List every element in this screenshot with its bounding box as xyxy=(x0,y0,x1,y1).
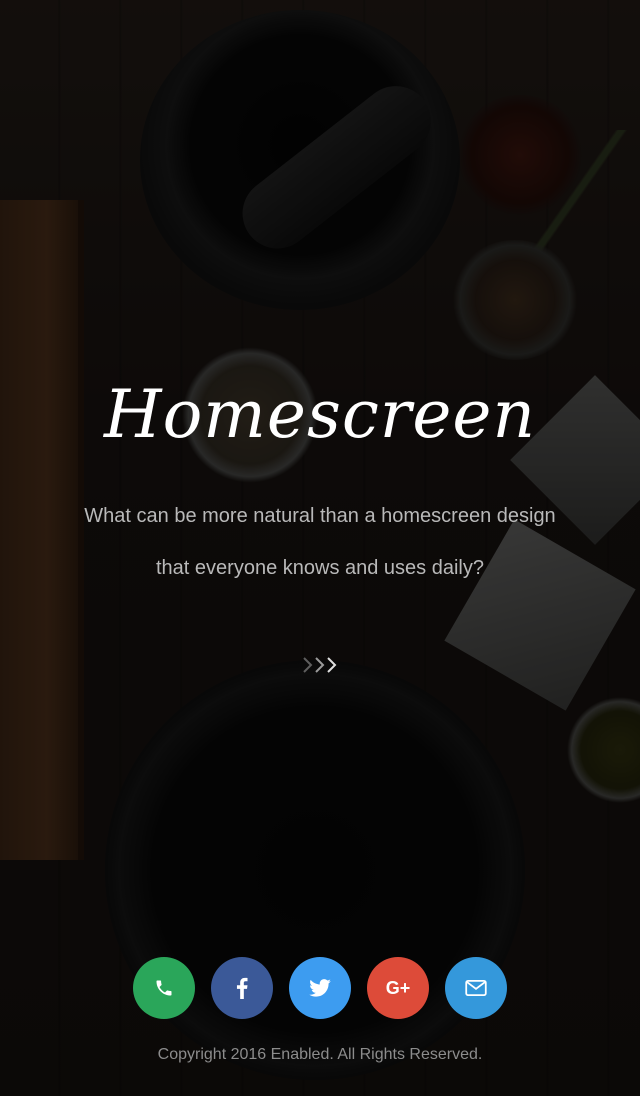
phone-button[interactable] xyxy=(133,957,195,1019)
facebook-button[interactable] xyxy=(211,957,273,1019)
hero-section: Homescreen What can be more natural than… xyxy=(0,0,640,1096)
google-plus-button[interactable]: G+ xyxy=(367,957,429,1019)
copyright-text: Copyright 2016 Enabled. All Rights Reser… xyxy=(157,1046,483,1063)
triple-chevron-right-icon xyxy=(303,657,337,673)
social-links: G+ xyxy=(0,957,640,1019)
twitter-button[interactable] xyxy=(289,957,351,1019)
envelope-icon xyxy=(465,980,487,996)
email-button[interactable] xyxy=(445,957,507,1019)
facebook-icon xyxy=(236,977,248,999)
phone-icon xyxy=(156,980,172,996)
scroll-next-button[interactable] xyxy=(300,650,344,680)
hero-subtitle: What can be more natural than a homescre… xyxy=(84,505,556,579)
google-plus-icon: G+ xyxy=(385,977,411,998)
twitter-icon xyxy=(309,979,331,997)
page-title: Homescreen xyxy=(104,376,536,453)
